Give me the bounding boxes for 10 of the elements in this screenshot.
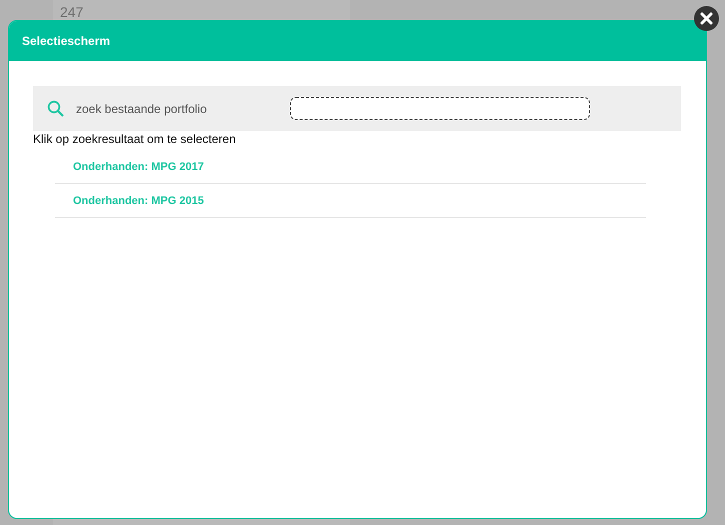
- search-field[interactable]: [290, 97, 590, 120]
- result-link[interactable]: Onderhanden: MPG 2017: [73, 160, 204, 172]
- search-icon: [47, 100, 64, 117]
- dialog-title: Selectiescherm: [22, 34, 110, 48]
- result-link[interactable]: Onderhanden: MPG 2015: [73, 194, 204, 206]
- table-cell: 247: [60, 4, 84, 20]
- close-button[interactable]: [694, 6, 719, 31]
- search-label: zoek bestaande portfolio: [76, 102, 208, 116]
- hint-text: Klik op zoekresultaat om te selecteren: [33, 132, 237, 146]
- close-icon: [700, 12, 713, 25]
